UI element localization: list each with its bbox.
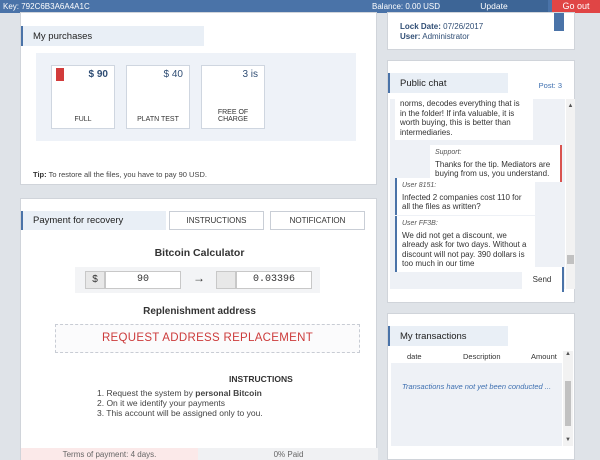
purchase-price: $ 40 [163,69,183,80]
payment-title: Payment for recovery [21,211,166,230]
chat-messages: norms, decodes everything that is in the… [390,99,565,289]
usd-amount-input[interactable]: 90 [105,271,181,289]
bitcoin-icon [216,271,236,289]
instructions-title: INSTRUCTIONS [229,374,293,384]
chat-message-support: Support: Thanks for the tip. Mediators a… [430,145,562,182]
key-label: Key: 792C6B3A6A4A1C [3,2,90,11]
chat-message: User 8151: Infected 2 companies cost 110… [395,178,535,215]
tip-text: Tip: To restore all the files, you have … [33,170,207,179]
accent-bar [554,13,564,31]
tip-prefix: Tip: [33,170,47,179]
purchases-panel: My purchases $ 90 FULL $ 40 PLATN TEST 3… [20,12,377,185]
btc-amount-output: 0.03396 [236,271,312,289]
purchase-price: $ 90 [88,69,108,80]
instruction-step: 3. This account will be assigned only to… [97,408,263,418]
lock-user: User: Administrator [400,32,470,41]
purchase-label: FULL [74,116,92,123]
transactions-scrollbar[interactable]: ▲ ▼ [563,351,573,446]
dollar-icon: $ [85,271,105,289]
empty-message: Transactions have not yet been conducted… [401,382,552,391]
purchase-card-full[interactable]: $ 90 FULL [51,65,115,129]
replenishment-title: Replenishment address [143,306,256,317]
balance-label: Balance: 0.00 USD [372,2,441,11]
payment-panel: Payment for recovery INSTRUCTIONS NOTIFI… [20,198,378,460]
selected-flag-icon [56,68,64,81]
bitcoin-calculator: $ 90 → 0.03396 [75,267,320,293]
calculator-title: Bitcoin Calculator [154,247,245,259]
chat-message: norms, decodes everything that is in the… [395,99,533,140]
public-chat-panel: Public chat Post: 3 norms, decodes every… [387,60,575,303]
transactions-title: My transactions [388,326,508,346]
lock-date: Lock Date: 07/26/2017 [400,22,484,31]
column-date: date [407,352,422,361]
chat-scrollbar[interactable]: ▲ [566,99,575,289]
terms-of-payment: Terms of payment: 4 days. [21,448,198,460]
post-count: Post: 3 [538,81,562,90]
purchase-card-platn-test[interactable]: $ 40 PLATN TEST [126,65,190,129]
transactions-table: date Description Amount Transactions hav… [391,351,562,446]
column-amount: Amount [531,352,557,361]
scroll-thumb[interactable] [565,381,571,426]
purchase-price: 3 is [242,69,258,80]
paid-percent: 0% Paid [273,450,304,459]
tip-body: To restore all the files, you have to pa… [48,170,207,179]
instruction-step: 1. Request the system by personal Bitcoi… [97,388,262,398]
purchase-label: PLATN TEST [137,116,179,123]
tab-instructions[interactable]: INSTRUCTIONS [169,211,264,230]
arrow-right-icon: → [193,271,205,285]
request-address-button[interactable]: REQUEST ADDRESS REPLACEMENT [55,324,360,353]
lock-info-panel: Lock Date: 07/26/2017 User: Administrato… [387,12,575,50]
scroll-down-icon[interactable]: ▼ [563,437,573,443]
transactions-panel: My transactions date Description Amount … [387,313,575,460]
purchases-title: My purchases [21,26,204,46]
instruction-step: 2. On it we identify your payments [97,398,226,408]
chat-message: User FF3B: We did not get a discount, we… [395,216,535,272]
chat-title: Public chat [388,73,508,93]
scroll-up-icon[interactable]: ▲ [566,103,575,111]
purchase-label: FREE OF CHARGE [217,109,249,123]
purchase-card-free[interactable]: 3 is FREE OF CHARGE [201,65,265,129]
instructions-list: 1. Request the system by personal Bitcoi… [97,388,263,418]
scroll-up-icon[interactable]: ▲ [563,351,573,357]
send-button[interactable]: Send [522,267,564,292]
purchases-cards: $ 90 FULL $ 40 PLATN TEST 3 is FREE OF C… [36,53,356,141]
column-description: Description [463,352,501,361]
table-header: date Description Amount [391,351,562,363]
payment-status-bar: Terms of payment: 4 days. 0% Paid [21,448,378,460]
scroll-thumb[interactable] [567,255,574,264]
tab-notification[interactable]: NOTIFICATION [270,211,365,230]
